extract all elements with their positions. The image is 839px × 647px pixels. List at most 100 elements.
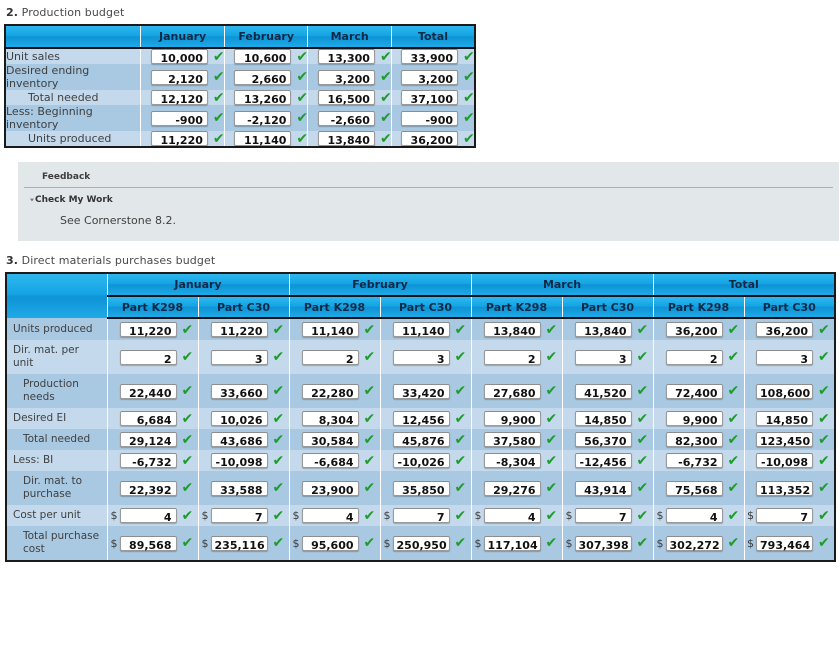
- value-input[interactable]: 7: [574, 508, 632, 524]
- value-input[interactable]: 11,140: [234, 131, 292, 147]
- value-input[interactable]: 56,370: [574, 432, 632, 448]
- value-input[interactable]: 12,456: [392, 411, 450, 427]
- value-input[interactable]: 11,140: [392, 322, 450, 338]
- value-input[interactable]: -2,660: [317, 110, 375, 127]
- value-input[interactable]: -10,098: [210, 453, 268, 469]
- value-input[interactable]: 2,120: [150, 69, 208, 86]
- value-input[interactable]: 27,680: [483, 383, 541, 400]
- correct-check-icon: ✔: [636, 480, 649, 496]
- value-input[interactable]: 11,220: [210, 322, 268, 338]
- value-input[interactable]: 10,026: [210, 411, 268, 427]
- value-input[interactable]: 108,600: [756, 383, 814, 400]
- value-input[interactable]: 10,600: [234, 49, 292, 65]
- value-input[interactable]: 2,660: [234, 69, 292, 86]
- value-input[interactable]: 9,900: [665, 411, 723, 427]
- value-input[interactable]: 89,568: [119, 535, 177, 552]
- value-input[interactable]: 33,420: [392, 383, 450, 400]
- value-input[interactable]: 7: [392, 508, 450, 524]
- value-input[interactable]: 13,840: [317, 131, 375, 147]
- value-input[interactable]: 33,588: [210, 480, 268, 497]
- value-input[interactable]: 7: [210, 508, 268, 524]
- value-input[interactable]: 30,584: [301, 432, 359, 448]
- value-input[interactable]: 8,304: [301, 411, 359, 427]
- value-input[interactable]: 2: [483, 349, 541, 366]
- value-cell: $89,568 ✔: [107, 526, 199, 561]
- value-input[interactable]: 43,914: [574, 480, 632, 497]
- value-input[interactable]: 13,840: [574, 322, 632, 338]
- value-input[interactable]: 35,850: [392, 480, 450, 497]
- value-input[interactable]: 23,900: [301, 480, 359, 497]
- value-input[interactable]: 11,220: [150, 131, 208, 147]
- value-input[interactable]: 4: [665, 508, 723, 524]
- value-input[interactable]: 22,392: [119, 480, 177, 497]
- value-input[interactable]: 10,000: [150, 49, 208, 65]
- value-input[interactable]: 13,840: [483, 322, 541, 338]
- value-input[interactable]: 14,850: [574, 411, 632, 427]
- value-input[interactable]: 29,276: [483, 480, 541, 497]
- value-input[interactable]: 36,200: [665, 322, 723, 338]
- value-input[interactable]: 2: [665, 349, 723, 366]
- correct-check-icon: ✔: [296, 130, 309, 147]
- value-input[interactable]: 3,200: [401, 69, 458, 86]
- value-input[interactable]: 33,660: [210, 383, 268, 400]
- value-input[interactable]: 117,104: [483, 535, 541, 552]
- value-input[interactable]: -8,304: [483, 453, 541, 469]
- value-input[interactable]: 3: [210, 349, 268, 366]
- value-input[interactable]: -6,732: [119, 453, 177, 469]
- value-input[interactable]: 16,500: [317, 90, 375, 106]
- value-input[interactable]: 36,200: [756, 322, 814, 338]
- value-input[interactable]: 45,876: [392, 432, 450, 448]
- value-input[interactable]: -900: [401, 110, 458, 127]
- value-input[interactable]: 11,220: [119, 322, 177, 338]
- value-input[interactable]: 2: [301, 349, 359, 366]
- value-input[interactable]: 95,600: [301, 535, 359, 552]
- value-input[interactable]: 113,352: [756, 480, 814, 497]
- value-input[interactable]: 33,900: [401, 49, 458, 65]
- value-input[interactable]: -2,120: [234, 110, 292, 127]
- value-input[interactable]: -10,098: [756, 453, 814, 469]
- value-input[interactable]: -6,732: [665, 453, 723, 469]
- value-input[interactable]: 29,124: [119, 432, 177, 448]
- value-input[interactable]: 7: [756, 508, 814, 524]
- value-input[interactable]: 4: [483, 508, 541, 524]
- value-input[interactable]: 793,464: [756, 535, 814, 552]
- value-input[interactable]: 6,684: [119, 411, 177, 427]
- value-input[interactable]: 13,300: [317, 49, 375, 65]
- value-input[interactable]: 4: [301, 508, 359, 524]
- value-input[interactable]: 22,440: [119, 383, 177, 400]
- value-input[interactable]: 12,120: [150, 90, 208, 106]
- value-input[interactable]: 41,520: [574, 383, 632, 400]
- month-group-header-january: January: [107, 273, 290, 297]
- value-cell: 45,876 ✔: [380, 429, 472, 450]
- value-input[interactable]: 250,950: [392, 535, 450, 552]
- value-input[interactable]: 37,580: [483, 432, 541, 448]
- value-input[interactable]: -10,026: [392, 453, 450, 469]
- value-input[interactable]: 3: [574, 349, 632, 366]
- table-row: Less: Beginning inventory -900 ✔ -2,120 ✔ -2,…: [5, 105, 475, 131]
- value-input[interactable]: 37,100: [401, 90, 458, 106]
- check-my-work-toggle[interactable]: ▾Check My Work See Cornerstone 8.2.: [18, 188, 839, 227]
- value-input[interactable]: 123,450: [756, 432, 814, 448]
- value-input[interactable]: 4: [119, 508, 177, 524]
- value-input[interactable]: 307,398: [574, 535, 632, 552]
- value-input[interactable]: 3: [756, 349, 814, 366]
- value-input[interactable]: 14,850: [756, 411, 814, 427]
- value-input[interactable]: 3,200: [317, 69, 375, 86]
- value-input[interactable]: -900: [150, 110, 208, 127]
- value-input[interactable]: 9,900: [483, 411, 541, 427]
- value-input[interactable]: 82,300: [665, 432, 723, 448]
- value-input[interactable]: -12,456: [574, 453, 632, 469]
- value-input[interactable]: 36,200: [401, 131, 458, 147]
- value-input[interactable]: 22,280: [301, 383, 359, 400]
- value-input[interactable]: 43,686: [210, 432, 268, 448]
- value-input[interactable]: 72,400: [665, 383, 723, 400]
- value-input[interactable]: -6,684: [301, 453, 359, 469]
- value-input[interactable]: 2: [119, 349, 177, 366]
- correct-check-icon: ✔: [727, 452, 740, 469]
- value-input[interactable]: 302,272: [665, 535, 723, 552]
- value-input[interactable]: 13,260: [234, 90, 292, 106]
- value-input[interactable]: 3: [392, 349, 450, 366]
- value-input[interactable]: 235,116: [210, 535, 268, 552]
- value-input[interactable]: 11,140: [301, 322, 359, 338]
- value-input[interactable]: 75,568: [665, 480, 723, 497]
